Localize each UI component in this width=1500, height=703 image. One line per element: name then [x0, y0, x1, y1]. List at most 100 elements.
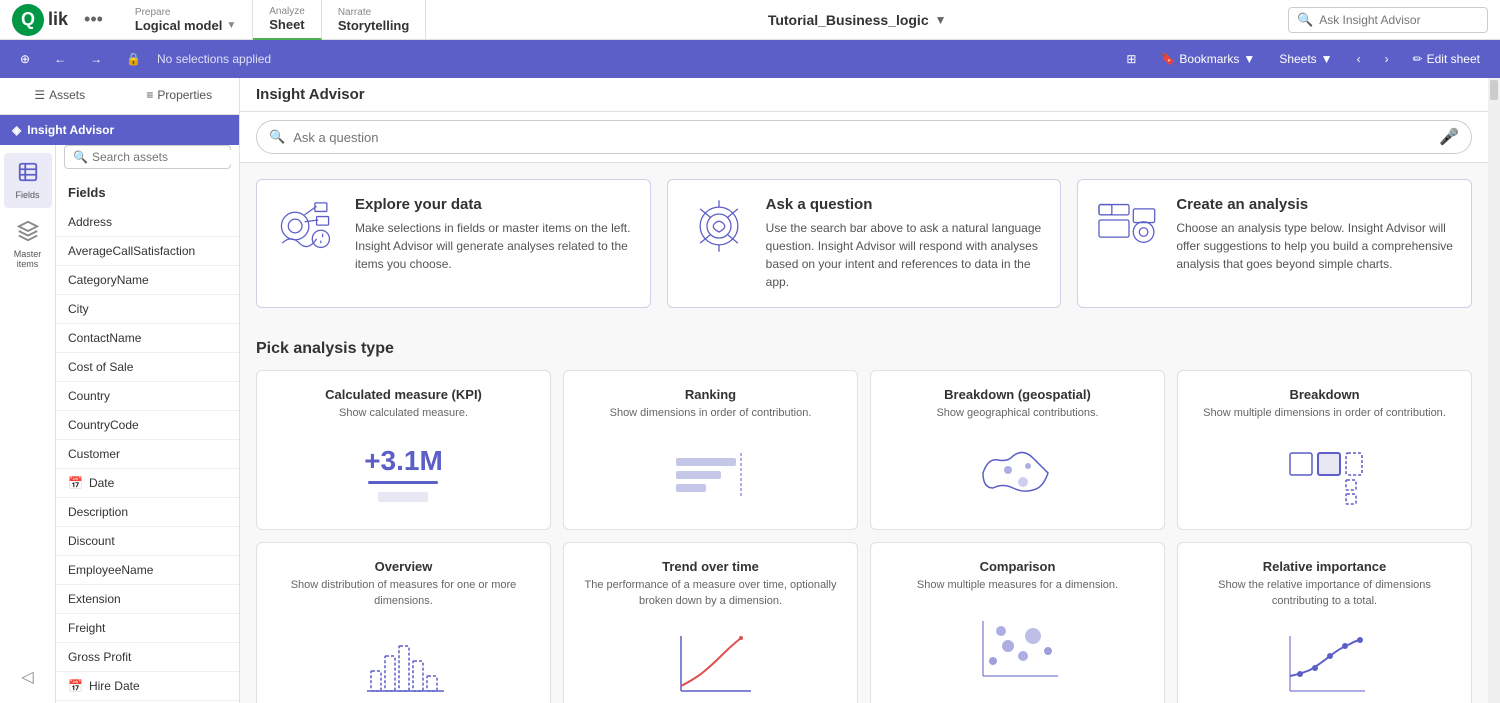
- ask-icon: [684, 196, 754, 259]
- fields-area: Fields Master items ◁: [0, 145, 239, 703]
- toolbar-right: ⊞ 🔖 Bookmarks ▼ Sheets ▼ ‹ › ✏ Edit shee…: [1118, 48, 1488, 70]
- insight-advisor-sidebar-label: ◈ Insight Advisor: [0, 115, 239, 145]
- nav-analyze-label: Analyze: [269, 6, 305, 17]
- ask-advisor-input[interactable]: 🔍: [1288, 7, 1488, 33]
- insight-content: Insight Advisor 🔍 🎤: [240, 78, 1488, 703]
- nav-narrate[interactable]: Narrate Storytelling: [322, 0, 427, 40]
- calendar-icon: 📅: [68, 476, 83, 490]
- calendar-icon-2: 📅: [68, 679, 83, 693]
- master-items-strip-label: Master items: [8, 249, 48, 269]
- edit-sheet-label: Edit sheet: [1427, 52, 1480, 66]
- bookmarks-label: Bookmarks: [1179, 52, 1239, 66]
- analysis-card-overview[interactable]: Overview Show distribution of measures f…: [256, 542, 551, 703]
- analysis-card-trend[interactable]: Trend over time The performance of a mea…: [563, 542, 858, 703]
- analysis-card-geo[interactable]: Breakdown (geospatial) Show geographical…: [870, 370, 1165, 530]
- field-freight[interactable]: Freight: [56, 614, 239, 643]
- relative-desc: Show the relative importance of dimensio…: [1194, 578, 1455, 609]
- field-contact[interactable]: ContactName: [56, 324, 239, 353]
- analysis-card-comparison[interactable]: Comparison Show multiple measures for a …: [870, 542, 1165, 703]
- kpi-visual: +3.1M: [273, 433, 534, 513]
- app-title-text: Tutorial_Business_logic: [768, 12, 929, 28]
- search-assets-input[interactable]: [92, 150, 239, 164]
- explore-title: Explore your data: [355, 196, 634, 213]
- field-country[interactable]: Country: [56, 382, 239, 411]
- right-scrollbar[interactable]: [1488, 78, 1500, 703]
- field-gross-profit[interactable]: Gross Profit: [56, 643, 239, 672]
- search-icon: 🔍: [73, 150, 88, 164]
- fields-panel: 🔍 Fields Address AverageCallSatisfaction…: [56, 145, 239, 703]
- insight-advisor-text: Insight Advisor: [27, 123, 114, 137]
- analysis-card-ranking[interactable]: Ranking Show dimensions in order of cont…: [563, 370, 858, 530]
- bookmarks-button[interactable]: 🔖 Bookmarks ▼: [1152, 48, 1263, 70]
- create-desc: Choose an analysis type below. Insight A…: [1176, 219, 1455, 273]
- grid-view-button[interactable]: ⊞: [1118, 48, 1144, 70]
- overview-visual: [273, 621, 534, 701]
- selections-clear-button[interactable]: ⊕: [12, 48, 38, 70]
- field-cost-of-sale[interactable]: Cost of Sale: [56, 353, 239, 382]
- fields-strip-label: Fields: [15, 190, 39, 200]
- field-country-code[interactable]: CountryCode: [56, 411, 239, 440]
- create-title: Create an analysis: [1176, 196, 1455, 213]
- analysis-card-kpi[interactable]: Calculated measure (KPI) Show calculated…: [256, 370, 551, 530]
- qlik-logo: Q lik: [12, 4, 68, 36]
- microphone-icon[interactable]: 🎤: [1439, 127, 1459, 147]
- field-customer[interactable]: Customer: [56, 440, 239, 469]
- prev-sheet-button[interactable]: ‹: [1349, 48, 1369, 70]
- sidebar-item-collapse[interactable]: ◁: [4, 659, 52, 695]
- scrollbar-thumb[interactable]: [1490, 80, 1498, 100]
- analysis-card-breakdown[interactable]: Breakdown Show multiple dimensions in or…: [1177, 370, 1472, 530]
- sidebar-item-master-items[interactable]: Master items: [4, 212, 52, 277]
- next-sheet-button[interactable]: ›: [1377, 48, 1397, 70]
- app-title[interactable]: Tutorial_Business_logic ▼: [768, 12, 947, 28]
- search-assets-box[interactable]: 🔍: [64, 145, 231, 169]
- create-icon: [1094, 196, 1164, 259]
- field-employee-name[interactable]: EmployeeName: [56, 556, 239, 585]
- target-icon: ⊕: [20, 52, 30, 66]
- field-extension[interactable]: Extension: [56, 585, 239, 614]
- kpi-title: Calculated measure (KPI): [273, 387, 534, 402]
- tab-assets[interactable]: ☰ Assets: [0, 78, 120, 114]
- insight-advisor-icon: ◈: [12, 123, 21, 137]
- breakdown-desc: Show multiple dimensions in order of con…: [1194, 406, 1455, 421]
- ask-bar-inner[interactable]: 🔍 🎤: [256, 120, 1472, 154]
- nav-narrate-label: Narrate: [338, 7, 410, 18]
- field-address[interactable]: Address: [56, 208, 239, 237]
- comparison-desc: Show multiple measures for a dimension.: [887, 578, 1148, 593]
- sheets-caret: ▼: [1321, 52, 1333, 66]
- field-discount[interactable]: Discount: [56, 527, 239, 556]
- field-city[interactable]: City: [56, 295, 239, 324]
- edit-sheet-button[interactable]: ✏ Edit sheet: [1405, 48, 1488, 70]
- forward-button[interactable]: →: [82, 48, 110, 70]
- properties-icon: ≡: [146, 88, 153, 102]
- nav-prepare[interactable]: Prepare Logical model ▼: [119, 0, 253, 40]
- ask-title: Ask a question: [766, 196, 1045, 213]
- explore-card-text: Explore your data Make selections in fie…: [355, 196, 634, 273]
- ask-advisor-field[interactable]: [1319, 13, 1459, 27]
- field-description[interactable]: Description: [56, 498, 239, 527]
- no-selections-label: No selections applied: [157, 52, 271, 66]
- top-nav: Q lik ••• Prepare Logical model ▼ Analyz…: [0, 0, 1500, 40]
- comparison-title: Comparison: [887, 559, 1148, 574]
- ask-question-input[interactable]: [293, 130, 1431, 145]
- overview-title: Overview: [273, 559, 534, 574]
- kpi-desc: Show calculated measure.: [273, 406, 534, 421]
- nav-analyze[interactable]: Analyze Sheet: [253, 0, 322, 40]
- intro-card-create: Create an analysis Choose an analysis ty…: [1077, 179, 1472, 308]
- sidebar-item-fields[interactable]: Fields: [4, 153, 52, 208]
- analysis-card-relative[interactable]: Relative importance Show the relative im…: [1177, 542, 1472, 703]
- relative-title: Relative importance: [1194, 559, 1455, 574]
- field-date[interactable]: 📅 Date: [56, 469, 239, 498]
- breakdown-visual: [1194, 433, 1455, 513]
- field-avg-call[interactable]: AverageCallSatisfaction: [56, 237, 239, 266]
- tab-properties[interactable]: ≡ Properties: [120, 78, 240, 114]
- back-button[interactable]: ←: [46, 48, 74, 70]
- field-hire-date[interactable]: 📅 Hire Date: [56, 672, 239, 701]
- nav-narrate-value: Storytelling: [338, 18, 410, 33]
- analysis-section-title: Pick analysis type: [256, 340, 1472, 358]
- lock-button[interactable]: 🔒: [118, 48, 149, 70]
- intro-card-ask: Ask a question Use the search bar above …: [667, 179, 1062, 308]
- field-category[interactable]: CategoryName: [56, 266, 239, 295]
- kpi-value: +3.1M: [364, 445, 443, 477]
- sheets-button[interactable]: Sheets ▼: [1271, 48, 1340, 70]
- nav-more-button[interactable]: •••: [84, 9, 103, 30]
